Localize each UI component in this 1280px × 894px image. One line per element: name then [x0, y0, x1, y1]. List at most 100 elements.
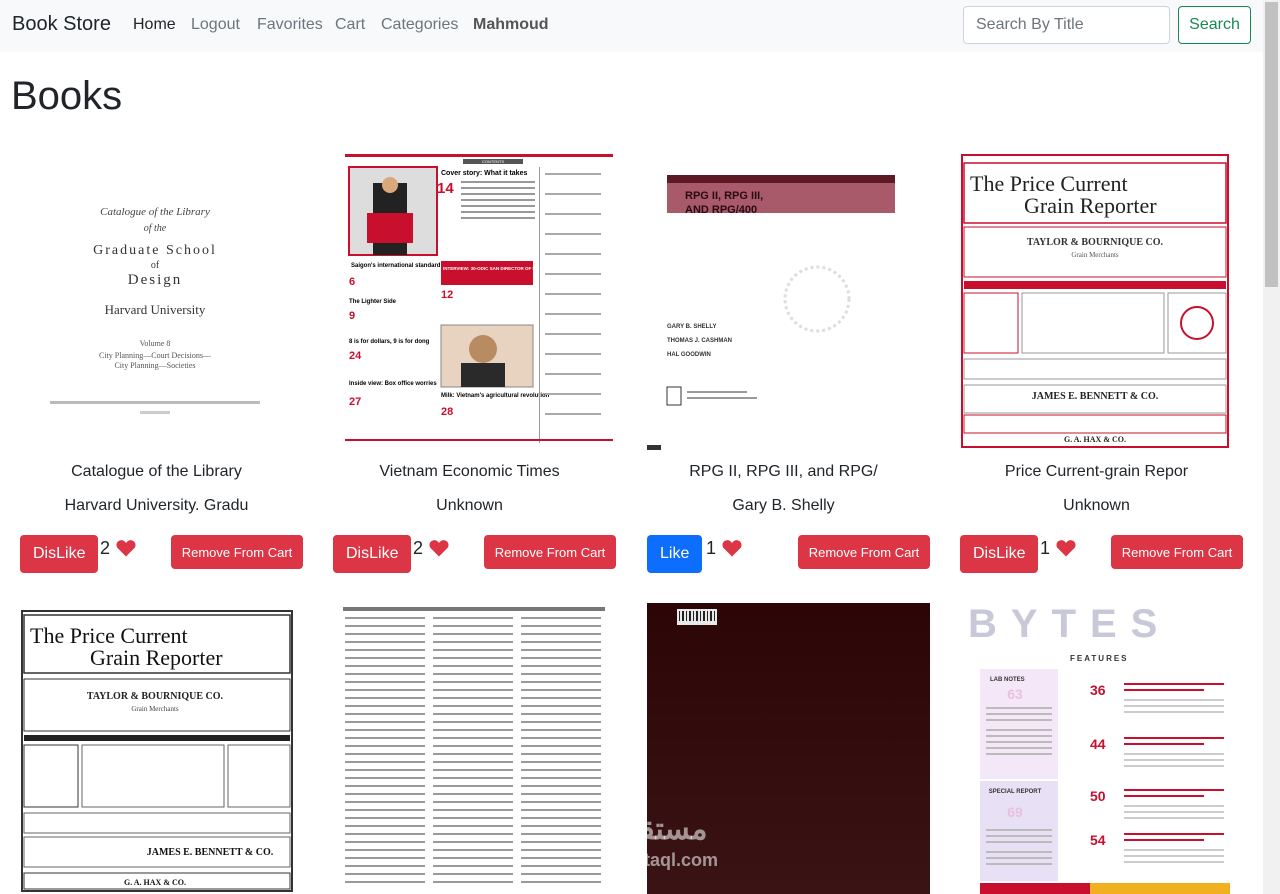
scrollbar[interactable]: [1263, 0, 1280, 894]
cover-text: RPG II, RPG III,: [685, 190, 763, 202]
book-title: RPG II, RPG III, and RPG/: [689, 463, 878, 480]
dislike-button[interactable]: DisLike: [333, 535, 412, 573]
cover-text: 24: [349, 350, 362, 362]
cover-text: BYTES: [968, 603, 1171, 646]
book-cover[interactable]: Catalogue of the Library of the Graduate…: [20, 153, 303, 450]
book-author: Harvard University. Gradu: [64, 497, 249, 514]
book-card: Catalogue of the Library of the Graduate…: [0, 153, 313, 593]
book-cover[interactable]: BYTES FEATURES LAB NOTES 63 SPECIAL REPO…: [960, 603, 1243, 894]
cover-text: of: [151, 260, 160, 271]
cover-text: FEATURES: [1070, 654, 1129, 663]
cover-text: G. A. HAX & CO.: [124, 878, 186, 887]
cover-text: JAMES E. BENNETT & CO.: [1032, 391, 1159, 402]
book-card: RPG II, RPG III, AND RPG/400 GARY B. SHE…: [627, 153, 940, 593]
cover-text: 63: [1007, 686, 1023, 702]
like-button[interactable]: Like: [647, 535, 703, 573]
cover-text: Graduate School: [93, 243, 217, 258]
book-cover[interactable]: [333, 603, 616, 894]
cover-text: GARY B. SHELLY: [667, 324, 716, 330]
cover-text: INTERVIEW: 30-ODIC SAN DIRECTOR OF PLANN…: [443, 266, 591, 271]
cover-text: HAL GOODWIN: [667, 352, 711, 358]
cover-text: Volume 8: [140, 339, 171, 348]
book-card: CONTENTS Cover story: What it takes 14 S…: [313, 153, 626, 593]
cover-text: The Lighter Side: [349, 299, 397, 305]
cover-text: 6: [349, 276, 355, 288]
cover-text: 12: [441, 289, 453, 301]
book-cover[interactable]: CONTENTS Cover story: What it takes 14 S…: [333, 153, 616, 450]
cover-text: Grain Merchants: [1071, 251, 1119, 259]
remove-from-cart-button[interactable]: Remove From Cart: [798, 535, 930, 569]
nav-logout[interactable]: Logout: [191, 16, 240, 34]
remove-from-cart-button[interactable]: Remove From Cart: [1111, 535, 1243, 569]
cover-text: Grain Reporter: [1024, 193, 1157, 218]
book-cover[interactable]: The Price Current Grain Reporter TAYLOR …: [20, 603, 303, 894]
book-card: BYTES FEATURES LAB NOTES 63 SPECIAL REPO…: [940, 603, 1253, 894]
book-card: [627, 603, 940, 894]
cover-text: Catalogue of the Library: [100, 206, 210, 218]
book-card: The Price Current Grain Reporter TAYLOR …: [0, 603, 313, 894]
cover-text: 28: [441, 406, 453, 418]
cover-text: TAYLOR & BOURNIQUE CO.: [87, 691, 224, 702]
scrollbar-thumb[interactable]: [1265, 2, 1278, 287]
cover-text: 36: [1090, 682, 1106, 698]
cover-text: Grain Reporter: [90, 645, 223, 670]
heart-icon: [1056, 540, 1076, 557]
remove-from-cart-button[interactable]: Remove From Cart: [484, 535, 616, 569]
cover-text: 50: [1090, 788, 1106, 804]
remove-from-cart-button[interactable]: Remove From Cart: [171, 535, 303, 569]
cover-text: JAMES E. BENNETT & CO.: [147, 847, 274, 858]
search-input[interactable]: [963, 6, 1170, 44]
book-title: Catalogue of the Library: [71, 463, 242, 480]
heart-icon: [722, 540, 742, 557]
cover-text: Milk: Vietnam's agricultural revolution: [441, 393, 550, 399]
brand-link[interactable]: Book Store: [12, 13, 111, 36]
like-count: 2: [100, 538, 111, 558]
cover-text: 14: [437, 180, 454, 197]
cover-text: 9: [349, 310, 355, 322]
book-author: Gary B. Shelly: [732, 497, 835, 514]
book-author: Unknown: [436, 497, 503, 514]
nav-categories[interactable]: Categories: [381, 16, 458, 34]
cover-text: AND RPG/400: [685, 204, 757, 216]
book-author: Unknown: [1063, 497, 1130, 514]
cover-text: Grain Merchants: [131, 705, 179, 713]
nav-cart[interactable]: Cart: [335, 16, 365, 34]
cover-text: 8 is for dollars, 9 is for dong: [349, 339, 430, 345]
nav-favorites[interactable]: Favorites: [257, 16, 323, 34]
book-cover[interactable]: RPG II, RPG III, AND RPG/400 GARY B. SHE…: [647, 153, 930, 450]
cover-text: City Planning—Court Decisions—: [99, 351, 212, 360]
book-card: [313, 603, 626, 894]
cover-text: SPECIAL REPORT: [989, 789, 1042, 795]
search-button[interactable]: Search: [1178, 6, 1251, 44]
cover-text: G. A. HAX & CO.: [1064, 435, 1126, 444]
navbar: Book Store Home Logout Favorites Cart Ca…: [0, 0, 1263, 52]
cover-text: 54: [1090, 832, 1106, 848]
cover-text: CONTENTS: [482, 159, 504, 164]
cover-text: City Planning—Societies: [114, 361, 195, 370]
page-title: Books: [11, 74, 123, 118]
dislike-button[interactable]: DisLike: [960, 535, 1039, 573]
heart-icon: [116, 540, 136, 557]
cover-text: Harvard University: [105, 302, 206, 317]
book-cover[interactable]: The Price Current Grain Reporter TAYLOR …: [960, 153, 1243, 450]
book-card: The Price Current Grain Reporter TAYLOR …: [940, 153, 1253, 593]
heart-icon: [429, 540, 449, 557]
cover-text: LAB NOTES: [990, 677, 1025, 683]
book-title: Vietnam Economic Times: [379, 463, 560, 480]
cover-text: Design: [128, 272, 183, 288]
cover-text: 69: [1007, 804, 1023, 820]
book-title: Price Current-grain Repor: [1004, 463, 1189, 480]
nav-home[interactable]: Home: [133, 16, 176, 34]
like-count: 1: [1040, 538, 1051, 558]
cover-text: Cover story: What it takes: [441, 170, 527, 177]
cover-text: THOMAS J. CASHMAN: [667, 338, 732, 344]
cover-text: Inside view: Box office worries: [349, 381, 437, 387]
cover-text: TAYLOR & BOURNIQUE CO.: [1027, 237, 1164, 248]
dislike-button[interactable]: DisLike: [20, 535, 99, 573]
nav-user[interactable]: Mahmoud: [473, 16, 549, 34]
cover-text: 27: [349, 396, 361, 408]
cover-text: of the: [144, 223, 167, 234]
book-cover[interactable]: [647, 603, 930, 894]
cover-text: 44: [1090, 736, 1106, 752]
like-count: 2: [413, 538, 424, 558]
